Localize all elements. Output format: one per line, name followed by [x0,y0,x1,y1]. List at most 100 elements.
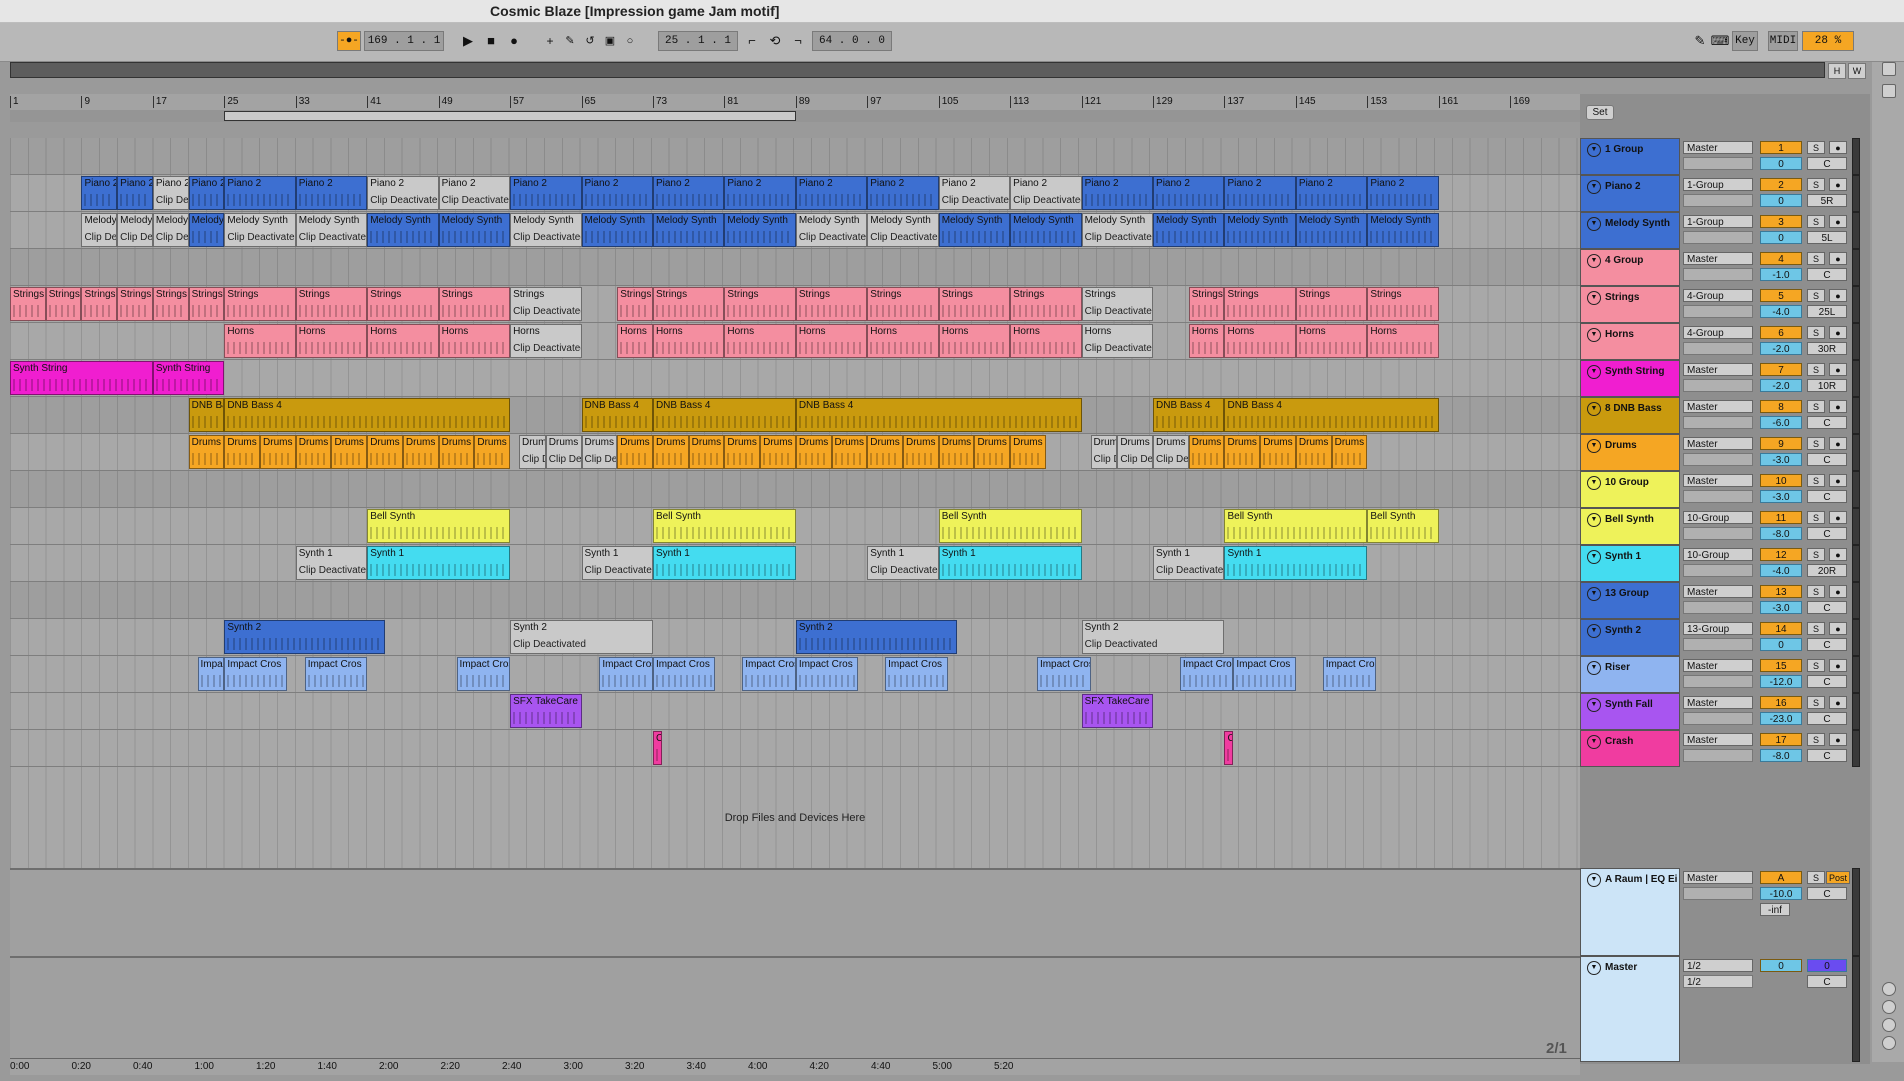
clip[interactable]: Strings [81,287,118,321]
clip[interactable]: DNB Bass 4 [1224,398,1439,432]
clip[interactable]: Impact Cros [1322,657,1377,691]
clip[interactable]: Drums [688,435,725,469]
clip[interactable]: Horns [1010,324,1082,358]
solo-button[interactable]: S [1807,474,1825,487]
track-activator-button[interactable]: 15 [1760,659,1802,672]
clip[interactable]: Horns Clip Deactivated [1081,324,1154,358]
clip[interactable]: Horns [617,324,653,358]
track-lane-10-group[interactable] [10,471,1580,508]
clip[interactable]: Strings [367,287,439,321]
clip[interactable]: Synth 1 Clip Deactivated [581,546,653,580]
track-activator-button[interactable]: 9 [1760,437,1802,450]
re-enable-automation-icon[interactable]: ↺ [580,31,600,51]
track-name[interactable]: ▼ Synth 2 [1580,619,1680,656]
track-activator-button[interactable]: 10 [1760,474,1802,487]
clip[interactable]: Piano 2 [795,176,868,210]
pan-field[interactable]: C [1807,416,1847,429]
output-routing-select[interactable]: 10-Group [1683,511,1753,524]
clip[interactable]: Synth 1 Clip Deactivated [295,546,368,580]
solo-button[interactable]: S [1807,548,1825,561]
clip[interactable]: Piano 2 [295,176,368,210]
solo-button[interactable]: S [1807,252,1825,265]
loop-brace[interactable] [224,111,796,121]
browser-toggle-icon[interactable] [1882,84,1896,98]
track-lane-piano-2[interactable]: Piano 2Piano 2Piano 2Clip DeactivatedPia… [10,175,1580,212]
clip[interactable]: Melody Synth Clip Deactivated [117,213,153,247]
clip[interactable]: Synth String [10,361,153,395]
clip[interactable]: Strings [617,287,653,321]
track-activator-button[interactable]: 17 [1760,733,1802,746]
clip[interactable]: Strings [224,287,296,321]
fold-icon[interactable]: ▼ [1587,439,1601,453]
clip[interactable]: Drums Clip Deactivated [519,435,546,469]
punch-out-icon[interactable]: ¬ [788,31,808,51]
clip[interactable]: Melody Synth [1010,213,1082,247]
volume-field[interactable]: -12.0 [1760,675,1802,688]
arm-button[interactable]: ● [1829,400,1847,413]
fold-icon[interactable]: ▼ [1587,873,1601,887]
clip[interactable]: Horns [295,324,368,358]
solo-button[interactable]: S [1807,178,1825,191]
solo-button[interactable]: S [1807,437,1825,450]
track-name[interactable]: ▼ Horns [1580,323,1680,360]
output-channel-select[interactable] [1683,231,1753,244]
track-name[interactable]: ▼ 4 Group [1580,249,1680,286]
solo-button[interactable]: S [1807,733,1825,746]
volume-field[interactable]: -23.0 [1760,712,1802,725]
clip[interactable]: Drums [188,435,225,469]
fold-icon[interactable]: ▼ [1587,328,1601,342]
session-record-icon[interactable]: ○ [620,31,640,51]
clip[interactable]: Piano 2 [117,176,153,210]
clip[interactable]: Piano 2 Clip Deactivated [367,176,439,210]
arm-button[interactable]: ● [1829,622,1847,635]
track-lane-13-group[interactable] [10,582,1580,619]
clip[interactable]: Piano 2 [652,176,725,210]
drop-zone[interactable]: Drop Files and Devices Here [10,768,1580,868]
output-routing-select[interactable]: Master [1683,733,1753,746]
clip[interactable]: Horns [367,324,439,358]
clip[interactable]: Strings [45,287,82,321]
track-name[interactable]: ▼ Synth Fall [1580,693,1680,730]
volume-field[interactable]: -1.0 [1760,268,1802,281]
clip[interactable]: Piano 2 Clip Deactivated [438,176,511,210]
clip[interactable]: Impact Cros [456,657,511,691]
track-name[interactable]: ▼ Master [1580,956,1680,1062]
solo-button[interactable]: S [1807,363,1825,376]
fold-icon[interactable]: ▼ [1587,661,1601,675]
track-activator-button[interactable]: 5 [1760,289,1802,302]
output-channel-select[interactable] [1683,416,1753,429]
clip[interactable]: Drums [724,435,761,469]
track-name[interactable]: ▼ Piano 2 [1580,175,1680,212]
clip[interactable]: Strings [117,287,153,321]
clip[interactable]: Synth 1 [938,546,1082,580]
track-activator-button[interactable]: 13 [1760,585,1802,598]
clip[interactable]: Synth 2 Clip Deactivated [1081,620,1225,654]
clip[interactable]: Piano 2 [581,176,653,210]
clip[interactable]: Piano 2 Clip Deactivated [152,176,189,210]
arm-button[interactable]: ● [1829,141,1847,154]
clip[interactable]: Horns [938,324,1011,358]
clip[interactable]: SFX TakeCare [510,694,582,728]
clip[interactable]: Horns [795,324,868,358]
track-activator-button[interactable]: 11 [1760,511,1802,524]
pan-field[interactable]: C [1807,638,1847,651]
clip[interactable]: Strings [795,287,868,321]
track-activator-button[interactable]: 12 [1760,548,1802,561]
pan-field[interactable]: C [1807,527,1847,540]
output-routing-select[interactable]: Master [1683,585,1753,598]
volume-field[interactable]: -10.0 [1760,887,1802,900]
pan-field[interactable]: 10R [1807,379,1847,392]
arm-button[interactable]: ● [1829,437,1847,450]
automation-arm-icon[interactable]: ✎ [560,31,580,51]
clip[interactable]: Melody Synth [1367,213,1439,247]
clip[interactable]: Drums [438,435,475,469]
fold-icon[interactable]: ▼ [1587,624,1601,638]
fold-icon[interactable]: ▼ [1587,254,1601,268]
clip[interactable]: Drums [938,435,975,469]
track-lane-synth-1[interactable]: Synth 1 Clip Deactivated Synth 1 Synth 1 Cli… [10,545,1580,582]
clip[interactable]: Drums [1260,435,1296,469]
clip[interactable]: Melody Synth Clip Deactivated [295,213,368,247]
clip[interactable]: Drums [224,435,261,469]
capture-icon[interactable]: ▣ [600,31,620,51]
track-lane-bell-synth[interactable]: Bell Synth Bell Synth Bell Synth Bell Synth… [10,508,1580,545]
